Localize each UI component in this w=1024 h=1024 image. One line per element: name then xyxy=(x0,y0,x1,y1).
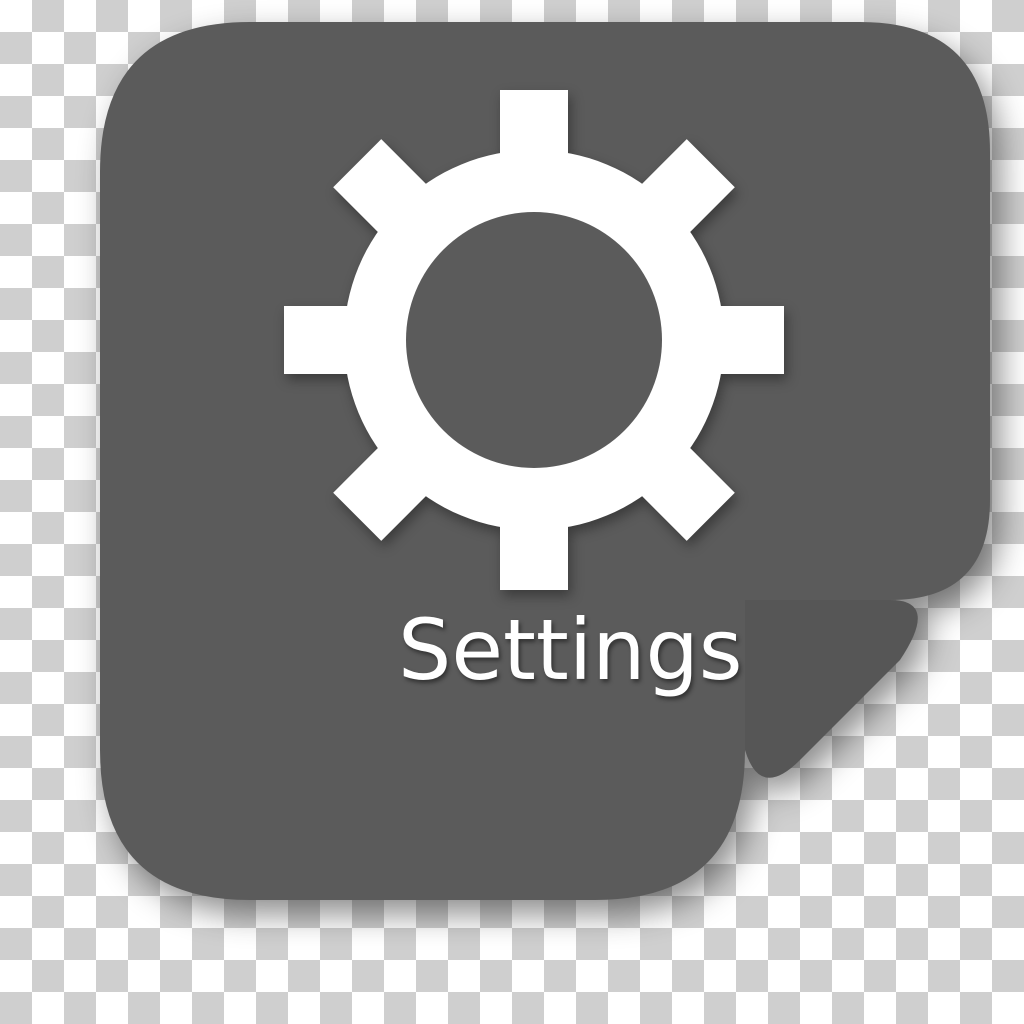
gear-icon xyxy=(278,90,790,590)
app-label: Settings xyxy=(398,601,743,699)
